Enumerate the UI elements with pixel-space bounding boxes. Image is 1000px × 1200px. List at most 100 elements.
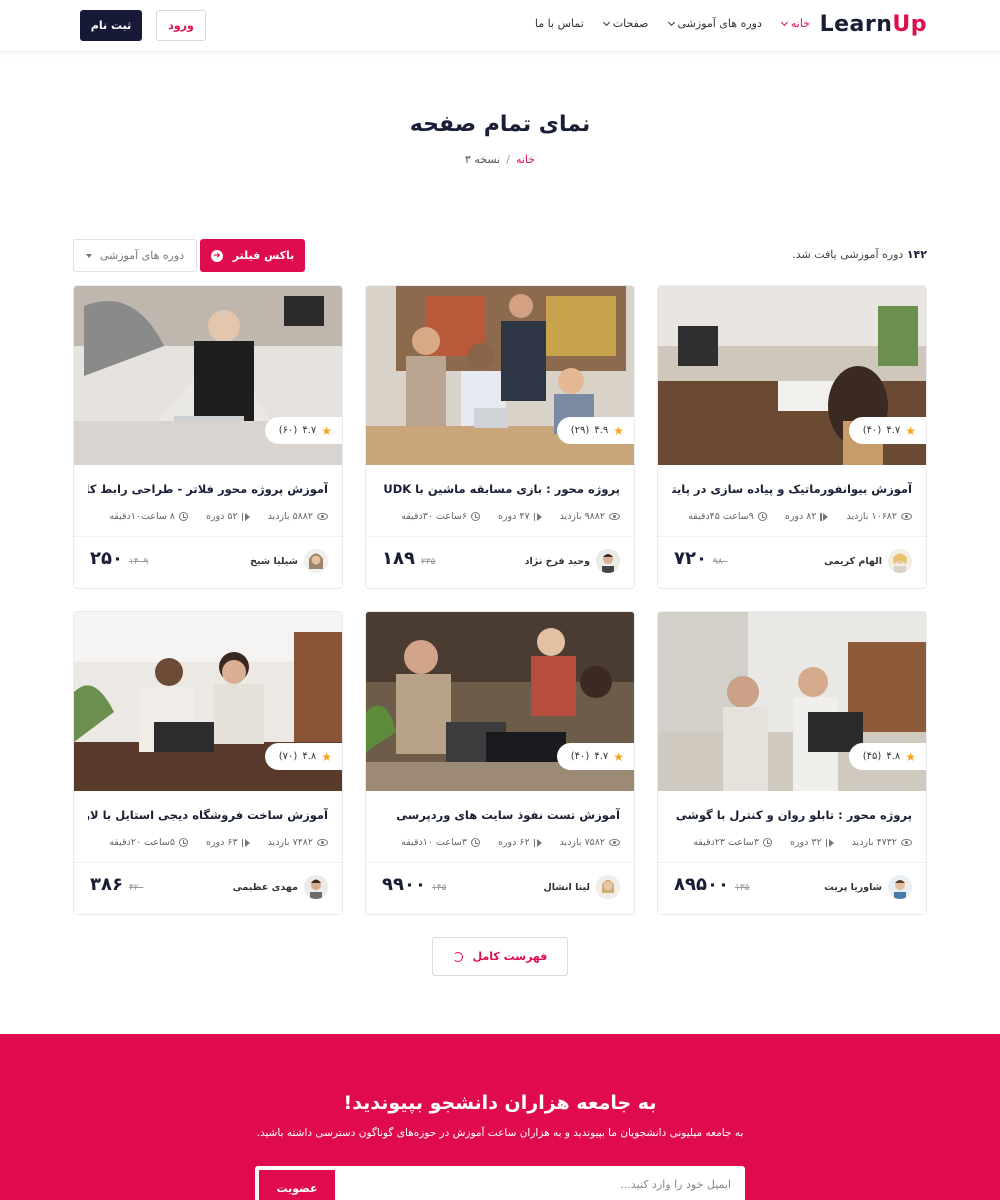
- nav-item-courses[interactable]: دوره های آموزشی: [667, 17, 762, 30]
- nav-item-contact[interactable]: تماس با ما: [535, 17, 584, 30]
- divider: [366, 536, 634, 537]
- logo-text-up: Up: [892, 12, 927, 37]
- avatar: [888, 875, 912, 899]
- newsletter-subtitle: به جامعه میلیونی دانشجویان ما بپیوندید و…: [256, 1127, 744, 1139]
- price-current: ۲۵۰: [90, 548, 123, 569]
- course-title[interactable]: پروژه محور : بازی مسابقه ماشین با UDK: [380, 482, 620, 496]
- eye-icon: [609, 513, 620, 520]
- star-icon: ★: [613, 423, 624, 438]
- lessons-count: ۸۲ دوره: [784, 511, 817, 522]
- course-category-select[interactable]: دوره های آموزشی: [73, 239, 197, 272]
- teacher[interactable]: شیلیا شیخ: [250, 549, 328, 573]
- eye-icon: [317, 839, 328, 846]
- newsletter-form: ایمیل خود را وارد کنید... عضویت: [255, 1166, 745, 1200]
- signup-button[interactable]: ثبت نام: [80, 10, 142, 41]
- course-title[interactable]: آموزش تست نفوذ سایت های وردپرسی: [380, 808, 620, 822]
- full-list-button[interactable]: فهرست کامل: [432, 937, 568, 976]
- page-title: نمای تمام صفحه: [409, 112, 591, 137]
- filter-box-button[interactable]: باکس فیلتر ➜: [200, 239, 305, 272]
- nav-label: صفحات: [612, 17, 649, 30]
- views-count: ۷۴۸۲ بازدید: [267, 837, 313, 848]
- course-title[interactable]: آموزش پروژه محور فلاتر - طراحی رابط کارب…: [88, 482, 328, 496]
- newsletter-section: به جامعه هزاران دانشجو بپیوندید! به جامع…: [0, 1034, 1000, 1200]
- nav-item-home[interactable]: خانه: [780, 17, 810, 30]
- price-current: ۳۸۶: [90, 874, 123, 895]
- lessons-count: ۶۳ دوره: [205, 837, 238, 848]
- play-icon: [241, 512, 250, 521]
- nav-label: تماس با ما: [534, 17, 584, 30]
- rating-badge: ★ ۴.۹ (۲۹): [556, 417, 634, 444]
- subscribe-button[interactable]: عضویت: [259, 1170, 335, 1200]
- breadcrumb: خانه / نسخه ۳: [0, 153, 1000, 166]
- course-meta: ۹۸۸۲ بازدید ۴۷ دوره ۶ساعت ۳۰دقیقه: [380, 511, 620, 522]
- caret-down-icon: [85, 253, 92, 258]
- price-current: ۱۸۹: [382, 548, 415, 569]
- lessons-count: ۳۲ دوره: [789, 837, 822, 848]
- course-title[interactable]: پروژه محور : تابلو روان و کنترل با گوشی: [672, 808, 912, 822]
- main-nav: خانه دوره های آموزشی صفحات تماس با ما: [535, 17, 810, 30]
- course-card[interactable]: ★ ۴.۷ (۴۰) آموزش تست نفوذ سایت های وردپرسی…: [365, 611, 635, 915]
- course-card[interactable]: ★ ۴.۹ (۲۹) پروژه محور : بازی مسابقه ماشین …: [365, 285, 635, 589]
- course-meta: ۷۴۸۲ بازدید ۶۳ دوره ۵ساعت ۲۰دقیقه: [88, 837, 328, 848]
- duration: ۶ساعت ۳۰دقیقه: [401, 511, 467, 522]
- play-icon: [820, 512, 829, 521]
- rating-badge: ★ ۴.۷ (۶۰): [264, 417, 342, 444]
- course-card[interactable]: ★ ۴.۷ (۴۰) آموزش بیوانفورماتیک و پیاده ساز…: [657, 285, 927, 589]
- rating-count: (۷۰): [278, 751, 298, 762]
- clock-icon: [178, 512, 188, 521]
- rating-count: (۲۹): [570, 425, 590, 436]
- rating-value: ۴.۷: [594, 751, 609, 762]
- course-card[interactable]: ★ ۴.۸ (۷۰) آموزش ساخت فروشگاه دیجی استایل …: [73, 611, 343, 915]
- logo[interactable]: LearnUp: [820, 12, 927, 37]
- star-icon: ★: [321, 749, 332, 764]
- nav-item-pages[interactable]: صفحات: [602, 17, 649, 30]
- rating-badge: ★ ۴.۷ (۴۰): [848, 417, 926, 444]
- price: ۸۹۵۰۰ ۱۳۵: [674, 874, 749, 895]
- rating-count: (۶۰): [278, 425, 298, 436]
- course-card[interactable]: ★ ۴.۸ (۴۵) پروژه محور : تابلو روان و کنترل…: [657, 611, 927, 915]
- price: ۳۸۶ ۴۲۰: [90, 874, 143, 895]
- teacher[interactable]: لینا انشال: [544, 875, 620, 899]
- views-count: ۹۸۸۲ بازدید: [559, 511, 605, 522]
- price-old: ۱۳۵: [734, 883, 750, 893]
- price: ۱۸۹ ۲۳۵: [382, 548, 435, 569]
- lessons-count: ۵۲ دوره: [205, 511, 238, 522]
- teacher[interactable]: الهام کریمی: [824, 549, 912, 573]
- refresh-icon: [452, 951, 463, 962]
- course-card[interactable]: ★ ۴.۷ (۶۰) آموزش پروژه محور فلاتر - طراحی …: [73, 285, 343, 589]
- rating-badge: ★ ۴.۸ (۷۰): [264, 743, 342, 770]
- teacher-name: شیلیا شیخ: [250, 555, 298, 567]
- teacher[interactable]: مهدی عظیمی: [233, 875, 328, 899]
- course-title[interactable]: آموزش ساخت فروشگاه دیجی استایل با لاراول: [88, 808, 328, 822]
- course-title[interactable]: آموزش بیوانفورماتیک و پیاده سازی در پایت…: [672, 482, 912, 496]
- price-old: ۱۴۵: [431, 883, 447, 893]
- views-count: ۵۸۸۲ بازدید: [267, 511, 313, 522]
- views-count: ۴۷۳۲ بازدید: [851, 837, 897, 848]
- breadcrumb-home-link[interactable]: خانه: [516, 153, 535, 166]
- rating-count: (۴۰): [862, 425, 882, 436]
- email-input[interactable]: ایمیل خود را وارد کنید...: [620, 1178, 731, 1191]
- chevron-down-icon: [780, 18, 788, 26]
- avatar: [596, 875, 620, 899]
- duration: ۹ساعت ۴۵دقیقه: [688, 511, 754, 522]
- divider: [74, 536, 342, 537]
- select-value: دوره های آموزشی: [99, 249, 185, 262]
- breadcrumb-separator: /: [506, 153, 510, 166]
- teacher[interactable]: شاوریا پریت: [824, 875, 912, 899]
- duration: ۳ساعت ۲۳دقیقه: [693, 837, 759, 848]
- newsletter-title: به جامعه هزاران دانشجو بپیوندید!: [343, 1092, 657, 1114]
- rating-badge: ★ ۴.۷ (۴۰): [556, 743, 634, 770]
- rating-value: ۴.۸: [886, 751, 901, 762]
- login-button[interactable]: ورود: [156, 10, 206, 41]
- star-icon: ★: [613, 749, 624, 764]
- rating-value: ۴.۸: [302, 751, 317, 762]
- teacher[interactable]: وحید فرخ نژاد: [525, 549, 620, 573]
- rating-value: ۴.۹: [594, 425, 609, 436]
- rating-value: ۴.۷: [886, 425, 901, 436]
- results-text: دوره آموزشی یافت شد.: [792, 248, 904, 261]
- nav-label: خانه: [790, 17, 810, 30]
- filter-label: باکس فیلتر: [232, 249, 295, 262]
- play-icon: [533, 512, 542, 521]
- price-old: ۲۳۵: [420, 557, 436, 567]
- clock-icon: [470, 838, 480, 847]
